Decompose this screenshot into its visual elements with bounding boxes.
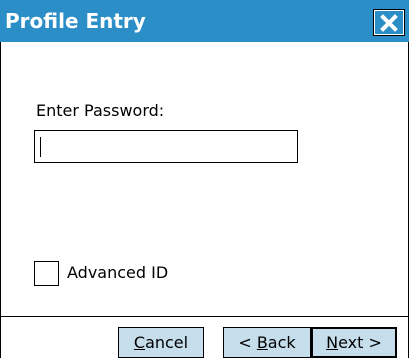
title-bar: Profile Entry [0, 0, 409, 42]
close-icon [375, 11, 403, 34]
next-button[interactable]: Next > [311, 327, 397, 358]
back-label-rest: ack [267, 333, 296, 352]
back-access-key: B [256, 333, 268, 352]
left-border [0, 42, 1, 358]
cancel-button[interactable]: Cancel [118, 327, 204, 358]
advanced-id-checkbox[interactable] [34, 261, 59, 286]
cancel-label-rest: ancel [145, 333, 189, 352]
text-cursor [40, 137, 41, 157]
advanced-id-label[interactable]: Advanced ID [67, 263, 168, 283]
profile-entry-dialog: Profile Entry Enter Password: Advanced I… [0, 0, 409, 358]
close-button[interactable] [373, 9, 405, 36]
next-access-key: N [326, 333, 339, 352]
window-title: Profile Entry [5, 9, 146, 33]
cancel-access-key: C [133, 333, 146, 352]
password-input[interactable] [34, 130, 298, 163]
button-separator [0, 316, 409, 317]
next-label-rest: ext > [338, 333, 382, 352]
password-label: Enter Password: [36, 101, 165, 120]
back-button[interactable]: < Back [223, 327, 311, 358]
back-prefix: < [238, 333, 257, 352]
